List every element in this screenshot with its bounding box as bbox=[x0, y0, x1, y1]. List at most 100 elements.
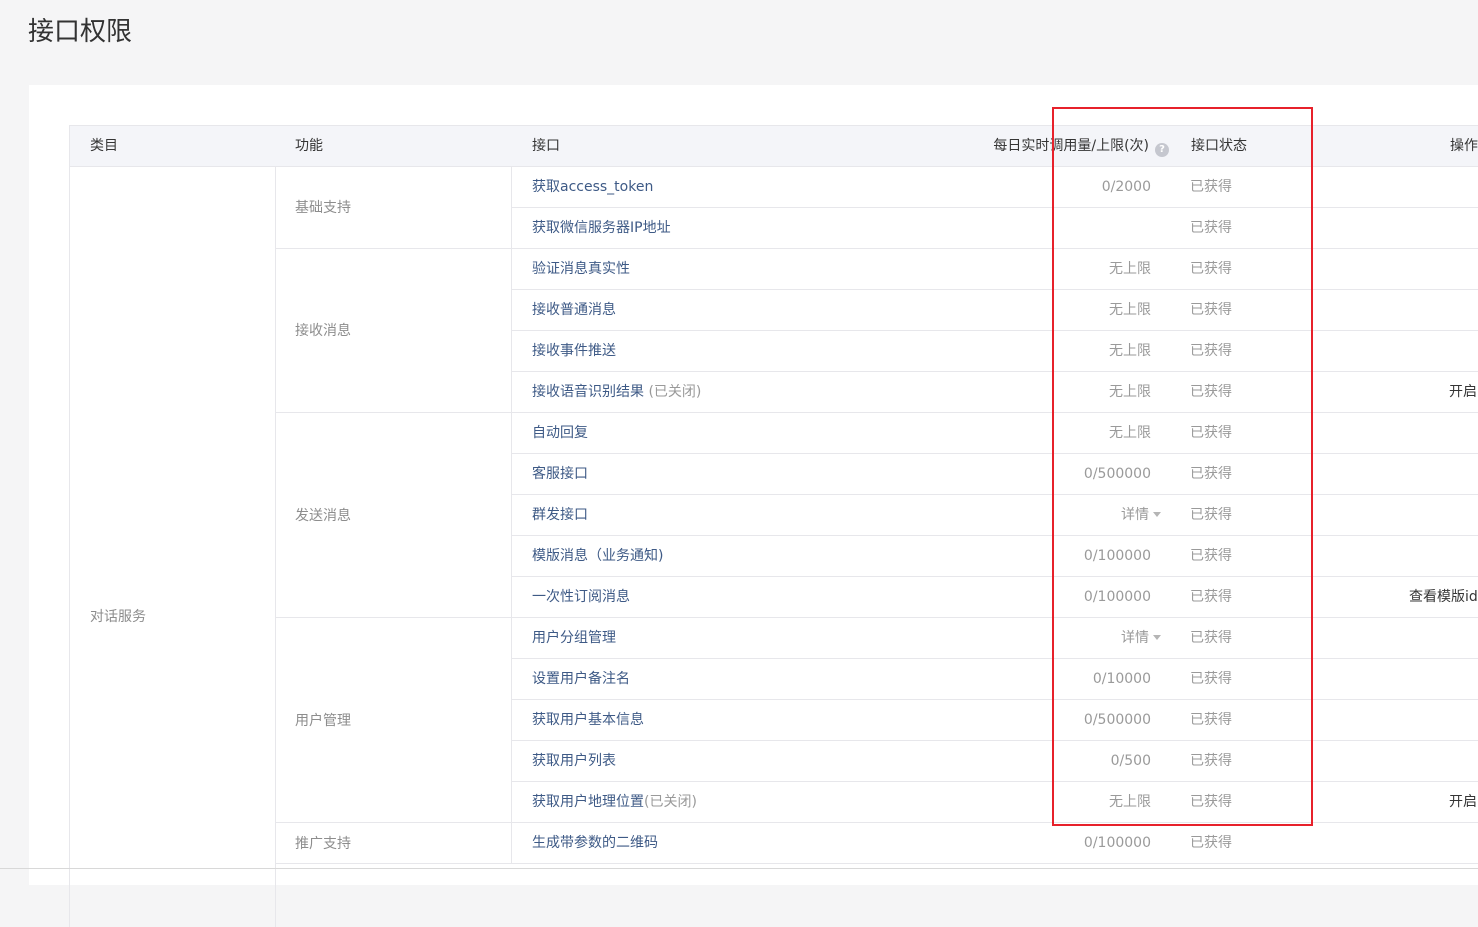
status-text: 已获得 bbox=[1190, 466, 1232, 482]
api-name-text: 获取用户基本信息 bbox=[532, 712, 644, 728]
api-name-link[interactable]: 接收普通消息 bbox=[532, 290, 616, 330]
function-cell: 发送消息 bbox=[275, 413, 512, 618]
quota-text: 0/100000 bbox=[1083, 548, 1151, 564]
table-row: 验证消息真实性 无上限 已获得 bbox=[512, 249, 1478, 290]
quota-text: 详情 bbox=[1121, 507, 1149, 523]
quota-text: 详情 bbox=[1121, 630, 1149, 646]
status-text: 已获得 bbox=[1190, 220, 1232, 236]
api-name-link[interactable]: 获取access_token bbox=[532, 167, 653, 207]
operation-link[interactable]: 查看模版id bbox=[1409, 577, 1478, 617]
api-name-text: 获取access_token bbox=[532, 179, 654, 195]
quota-text: 无上限 bbox=[1109, 425, 1151, 441]
status-text: 已获得 bbox=[1190, 343, 1232, 359]
api-name-text: 群发接口 bbox=[532, 507, 588, 523]
table-row: 获取用户基本信息 0/500000 已获得 bbox=[512, 700, 1478, 741]
api-name-text: 获取用户列表 bbox=[532, 753, 616, 769]
quota-value: 0/500 bbox=[1111, 741, 1151, 781]
quota-text: 0/2000 bbox=[1101, 179, 1151, 195]
status-text: 已获得 bbox=[1190, 794, 1232, 810]
quota-text: 无上限 bbox=[1109, 794, 1151, 810]
header-function: 功能 bbox=[295, 138, 323, 154]
quota-details-dropdown[interactable]: 详情 bbox=[1121, 618, 1161, 658]
status-text: 已获得 bbox=[1190, 589, 1232, 605]
quota-text: 无上限 bbox=[1109, 261, 1151, 277]
quota-value: 0/100000 bbox=[1084, 823, 1151, 863]
table-row: 用户分组管理 详情 已获得 bbox=[512, 618, 1478, 659]
status-text: 已获得 bbox=[1190, 261, 1232, 277]
table-row: 设置用户备注名 0/10000 已获得 bbox=[512, 659, 1478, 700]
api-name-link[interactable]: 生成带参数的二维码 bbox=[532, 823, 658, 863]
quota-value: 无上限 bbox=[1109, 290, 1151, 330]
api-name-link[interactable]: 模版消息（业务通知) bbox=[532, 536, 663, 576]
help-icon[interactable]: ? bbox=[1155, 143, 1169, 157]
quota-value: 无上限 bbox=[1109, 413, 1151, 453]
header-status: 接口状态 bbox=[1191, 138, 1247, 154]
api-name-link[interactable]: 客服接口 bbox=[532, 454, 588, 494]
quota-text: 0/10000 bbox=[1092, 671, 1151, 687]
table-header: 类目 功能 接口 每日实时调用量/上限(次)? 接口状态 操作 bbox=[69, 126, 1478, 167]
permissions-table: 类目 功能 接口 每日实时调用量/上限(次)? 接口状态 操作 对话服务 基础支… bbox=[69, 125, 1478, 927]
quota-text: 0/500 bbox=[1110, 753, 1151, 769]
function-label: 基础支持 bbox=[295, 200, 351, 216]
category-cell: 对话服务 bbox=[69, 167, 276, 927]
operation-link[interactable]: 开启 bbox=[1449, 782, 1477, 822]
quota-text: 0/500000 bbox=[1083, 466, 1151, 482]
quota-value: 0/10000 bbox=[1093, 659, 1151, 699]
api-name-text: 接收普通消息 bbox=[532, 302, 616, 318]
quota-text: 无上限 bbox=[1109, 302, 1151, 318]
table-row: 群发接口 详情 已获得 bbox=[512, 495, 1478, 536]
status-text: 已获得 bbox=[1190, 835, 1232, 851]
api-name-link[interactable]: 验证消息真实性 bbox=[532, 249, 630, 289]
api-name-link[interactable]: 用户分组管理 bbox=[532, 618, 616, 658]
quota-value: 0/100000 bbox=[1084, 536, 1151, 576]
function-cell: 用户管理 bbox=[275, 618, 512, 823]
quota-text: 0/500000 bbox=[1083, 712, 1151, 728]
function-cell: 推广支持 bbox=[275, 823, 512, 864]
api-name-link[interactable]: 接收事件推送 bbox=[532, 331, 616, 371]
api-name-text: 自动回复 bbox=[532, 425, 588, 441]
api-name-link[interactable]: 自动回复 bbox=[532, 413, 588, 453]
api-name-text: 验证消息真实性 bbox=[532, 261, 630, 277]
quota-text: 0/100000 bbox=[1083, 835, 1151, 851]
status-text: 已获得 bbox=[1190, 630, 1232, 646]
header-operation: 操作 bbox=[1450, 138, 1478, 154]
api-name-link[interactable]: 获取用户地理位置(已关闭) bbox=[532, 782, 697, 822]
api-name-text: 生成带参数的二维码 bbox=[532, 835, 658, 851]
table-row: 获取微信服务器IP地址 已获得 bbox=[512, 208, 1478, 249]
quota-text: 0/100000 bbox=[1083, 589, 1151, 605]
api-name-text: 获取用户地理位置 bbox=[532, 794, 644, 810]
api-name-link[interactable]: 获取微信服务器IP地址 bbox=[532, 208, 671, 248]
api-name-link[interactable]: 获取用户基本信息 bbox=[532, 700, 644, 740]
api-name-text: 一次性订阅消息 bbox=[532, 589, 630, 605]
status-text: 已获得 bbox=[1190, 548, 1232, 564]
api-name-link[interactable]: 一次性订阅消息 bbox=[532, 577, 630, 617]
category-label: 对话服务 bbox=[90, 609, 146, 625]
function-label: 发送消息 bbox=[295, 507, 351, 524]
api-closed-note: (已关闭) bbox=[644, 384, 702, 400]
table-row: 获取access_token 0/2000 已获得 bbox=[512, 167, 1478, 208]
quota-details-dropdown[interactable]: 详情 bbox=[1121, 495, 1161, 535]
quota-value: 无上限 bbox=[1109, 782, 1151, 822]
status-text: 已获得 bbox=[1190, 384, 1232, 400]
api-name-text: 获取微信服务器IP地址 bbox=[532, 220, 671, 236]
api-name-text: 客服接口 bbox=[532, 466, 588, 482]
quota-value: 0/100000 bbox=[1084, 577, 1151, 617]
api-name-text: 用户分组管理 bbox=[532, 630, 616, 646]
api-name-link[interactable]: 接收语音识别结果 (已关闭) bbox=[532, 372, 701, 412]
status-text: 已获得 bbox=[1190, 753, 1232, 769]
quota-value: 无上限 bbox=[1109, 249, 1151, 289]
api-name-link[interactable]: 获取用户列表 bbox=[532, 741, 616, 781]
api-name-link[interactable]: 设置用户备注名 bbox=[532, 659, 630, 699]
caret-down-icon bbox=[1153, 635, 1161, 640]
header-quota-label: 每日实时调用量/上限(次) bbox=[993, 138, 1149, 154]
operation-link[interactable]: 开启 bbox=[1449, 372, 1477, 412]
table-row: 接收普通消息 无上限 已获得 bbox=[512, 290, 1478, 331]
api-name-link[interactable]: 群发接口 bbox=[532, 495, 588, 535]
status-text: 已获得 bbox=[1190, 302, 1232, 318]
header-quota: 每日实时调用量/上限(次)? bbox=[993, 126, 1169, 166]
table-row: 获取用户列表 0/500 已获得 bbox=[512, 741, 1478, 782]
api-name-text: 接收事件推送 bbox=[532, 343, 616, 359]
table-row: 自动回复 无上限 已获得 bbox=[512, 413, 1478, 454]
function-label: 用户管理 bbox=[295, 712, 351, 729]
quota-value: 0/500000 bbox=[1084, 454, 1151, 494]
